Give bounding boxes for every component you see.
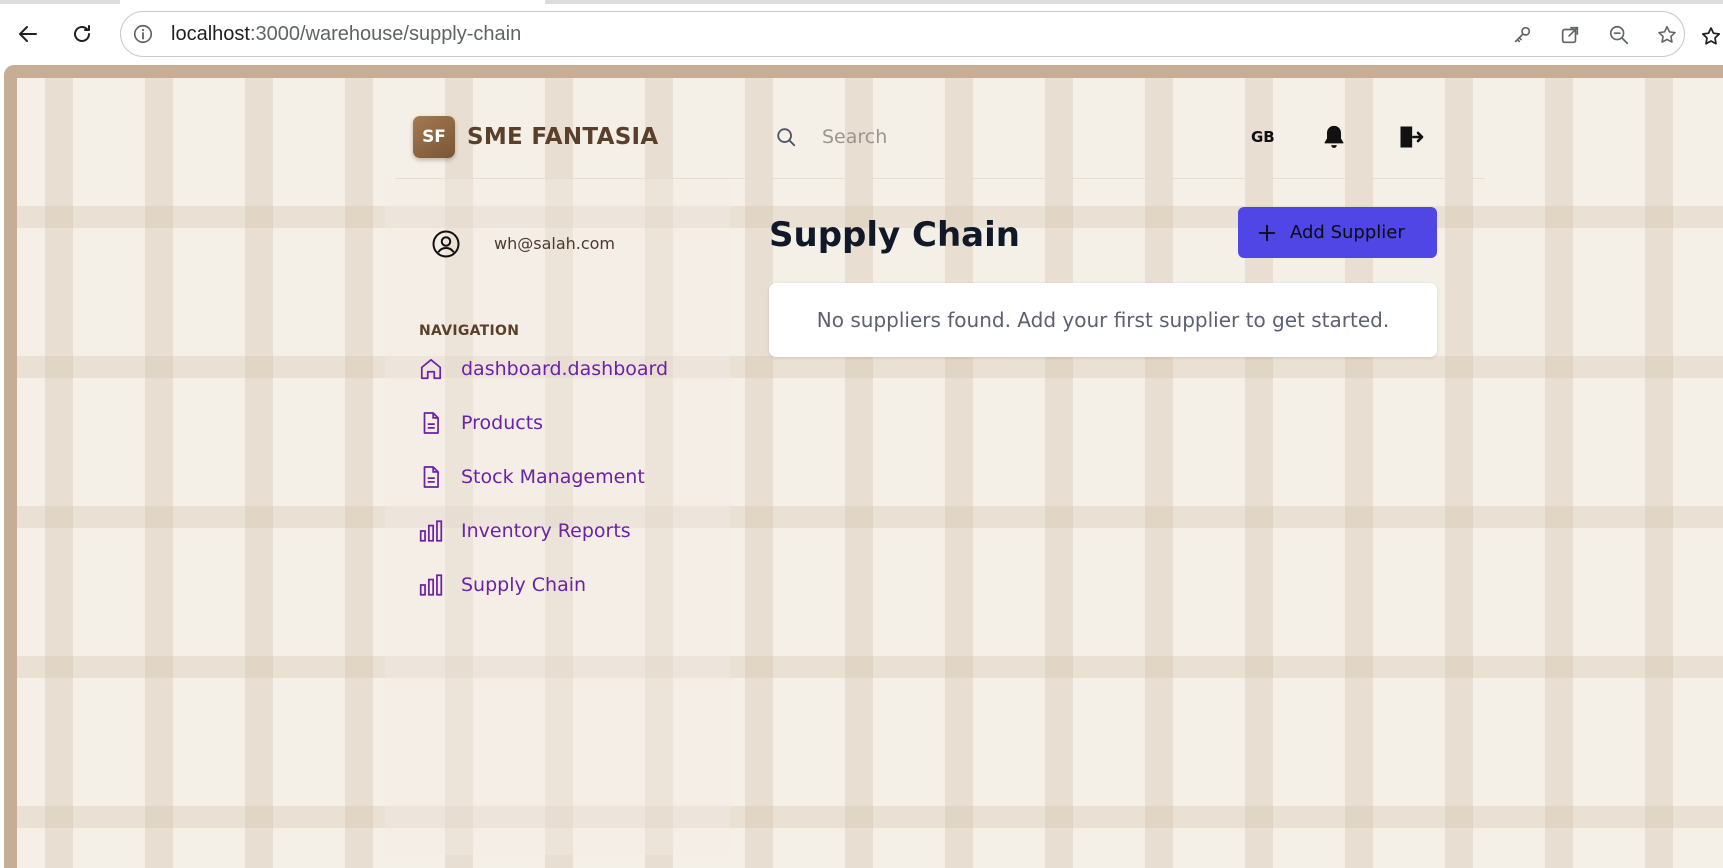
sidebar-item-supply-chain[interactable]: Supply Chain (418, 568, 708, 602)
empty-state-message: No suppliers found. Add your first suppl… (816, 308, 1390, 332)
browser-toolbar: localhost:3000/warehouse/supply-chain (0, 5, 1723, 65)
back-arrow-icon (19, 26, 37, 42)
notification-bell-icon[interactable] (1320, 123, 1348, 151)
bar-chart-icon (419, 574, 443, 596)
document-icon (423, 466, 439, 488)
add-supplier-button[interactable]: Add Supplier (1238, 207, 1437, 258)
sidebar-item-label: Supply Chain (461, 574, 587, 596)
back-button[interactable] (13, 19, 43, 49)
brand-name[interactable]: SME FANTASIA (467, 124, 659, 150)
page-title: Supply Chain (769, 215, 1020, 255)
logout-icon[interactable] (1397, 123, 1425, 151)
app-viewport: SF SME FANTASIA GB wh@salah.com NAVIGATI… (17, 78, 1723, 868)
language-selector[interactable]: GB (1251, 128, 1275, 146)
bar-chart-icon (419, 520, 443, 542)
sidebar-item-stock-management[interactable]: Stock Management (418, 460, 708, 494)
logo-badge[interactable]: SF (413, 116, 455, 158)
bookmark-star-icon[interactable] (1656, 24, 1678, 46)
search-icon (777, 128, 796, 147)
zoom-out-icon[interactable] (1608, 24, 1630, 46)
user-email: wh@salah.com (494, 234, 616, 253)
document-icon (423, 412, 439, 434)
bookmarks-icon[interactable] (1700, 25, 1722, 49)
reload-icon (74, 25, 90, 42)
tab-strip-segment (0, 0, 120, 4)
sidebar-item-label: Products (461, 412, 544, 434)
home-icon (420, 358, 442, 380)
plus-icon (1258, 224, 1276, 241)
open-in-app-icon[interactable] (1559, 24, 1581, 46)
url-path: :3000/warehouse/supply-chain (249, 23, 522, 45)
reload-button[interactable] (67, 19, 97, 49)
url-host: localhost (171, 23, 250, 45)
search-input[interactable] (822, 120, 1142, 154)
address-url[interactable]: localhost:3000/warehouse/supply-chain (171, 23, 521, 46)
navigation-heading: NAVIGATION (419, 323, 520, 339)
key-icon[interactable] (1511, 24, 1533, 46)
add-supplier-label: Add Supplier (1290, 222, 1405, 243)
address-bar[interactable]: localhost:3000/warehouse/supply-chain (120, 11, 1685, 57)
empty-state-card: No suppliers found. Add your first suppl… (769, 283, 1437, 357)
sidebar-item-dashboard[interactable]: dashboard.dashboard (418, 352, 708, 386)
site-info-icon[interactable] (132, 23, 154, 45)
sidebar-item-label: Stock Management (461, 466, 645, 488)
app-frame: SF SME FANTASIA GB wh@salah.com NAVIGATI… (4, 65, 1723, 868)
sidebar-item-products[interactable]: Products (418, 406, 708, 440)
sidebar-item-label: Inventory Reports (461, 520, 631, 542)
sidebar-item-label: dashboard.dashboard (461, 358, 669, 380)
sidebar-item-inventory-reports[interactable]: Inventory Reports (418, 514, 708, 548)
tab-strip-segment (545, 0, 1723, 4)
user-avatar-icon (432, 230, 460, 258)
